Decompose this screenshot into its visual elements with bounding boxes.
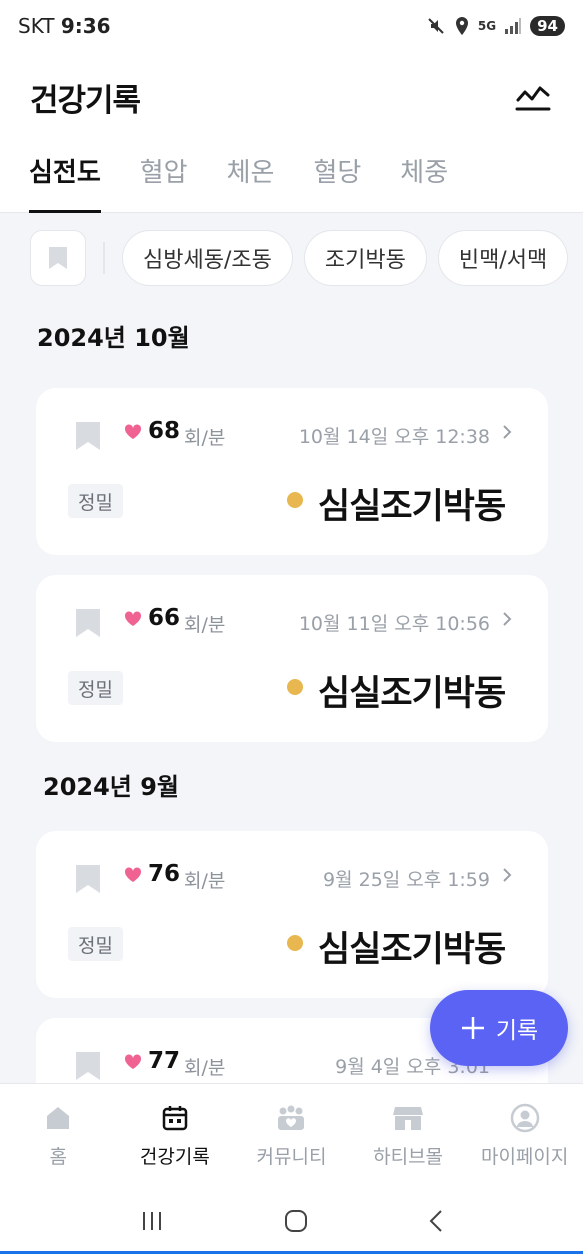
tab-ecg[interactable]: 심전도 [29, 142, 101, 213]
precision-tag: 정밀 [68, 484, 123, 518]
nav-label: 건강기록 [139, 1146, 210, 1168]
nav-label: 커뮤니티 [256, 1146, 327, 1168]
ecg-result: 심실조기박동 [318, 930, 506, 970]
page-title: 건강기록 [30, 82, 141, 119]
filter-chip-afib[interactable]: 심방세동/조동 [122, 230, 293, 286]
result-indicator-dot [287, 492, 303, 508]
bookmark-icon [49, 247, 67, 269]
bookmark-filter-button[interactable] [30, 230, 86, 286]
battery-level: 94 [530, 16, 565, 36]
month-header: 2024년 9월 [43, 773, 180, 801]
status-bar: SKT 9:36 5G 94 [0, 0, 583, 52]
signal-icon [505, 18, 522, 34]
heart-icon [124, 424, 142, 439]
store-icon [393, 1107, 424, 1130]
record-card[interactable]: 68 회/분 10월 14일 오후 12:38 정밀 심실조기박동 [36, 388, 548, 555]
home-button-icon[interactable] [283, 1208, 309, 1234]
record-datetime: 10월 11일 오후 10:56 [298, 613, 490, 635]
nav-health-record[interactable]: 건강기록 [117, 1084, 234, 1187]
heart-rate-unit: 회/분 [184, 614, 226, 636]
heart-rate-unit: 회/분 [184, 870, 226, 892]
bookmark-icon[interactable] [74, 607, 102, 639]
record-datetime: 9월 25일 오후 1:59 [323, 869, 490, 891]
precision-tag: 정밀 [68, 671, 123, 705]
chevron-right-icon [503, 612, 512, 626]
back-icon[interactable] [428, 1209, 444, 1233]
calendar-icon [162, 1106, 188, 1131]
tab-blood-sugar[interactable]: 혈당 [313, 142, 361, 213]
filter-bar: 심방세동/조동 조기박동 빈맥/서맥 [30, 230, 583, 286]
heart-rate-value: 68 [148, 418, 181, 444]
heart-rate-value: 77 [148, 1048, 181, 1074]
recent-apps-icon[interactable] [140, 1210, 164, 1232]
trend-chart-button[interactable] [513, 77, 553, 117]
bottom-navigation: 홈 건강기록 커뮤니티 하티브몰 마이페이지 [0, 1083, 583, 1187]
tab-blood-pressure[interactable]: 혈압 [140, 142, 188, 213]
result-indicator-dot [287, 679, 303, 695]
add-record-label: 기록 [495, 1018, 539, 1044]
nav-home[interactable]: 홈 [0, 1084, 117, 1187]
precision-tag: 정밀 [68, 927, 123, 961]
plus-icon [461, 1017, 484, 1039]
record-card[interactable]: 66 회/분 10월 11일 오후 10:56 정밀 심실조기박동 [36, 575, 548, 742]
heart-icon [124, 611, 142, 626]
add-record-button[interactable]: 기록 [430, 990, 568, 1066]
chevron-right-icon [503, 868, 512, 882]
filter-divider [103, 242, 105, 274]
heart-rate-value: 66 [148, 605, 181, 631]
nav-my-page[interactable]: 마이페이지 [466, 1084, 583, 1187]
category-tabs: 심전도 혈압 체온 혈당 체중 [0, 142, 583, 213]
heart-rate-unit: 회/분 [184, 1057, 226, 1079]
result-indicator-dot [287, 935, 303, 951]
network-type: 5G [477, 19, 497, 33]
bookmark-icon[interactable] [74, 863, 102, 895]
record-card[interactable]: 76 회/분 9월 25일 오후 1:59 정밀 심실조기박동 [36, 831, 548, 998]
system-navigation-bar [0, 1187, 583, 1254]
nav-label: 마이페이지 [480, 1146, 569, 1168]
ecg-result: 심실조기박동 [318, 487, 506, 527]
carrier: SKT [18, 14, 55, 38]
nav-community[interactable]: 커뮤니티 [233, 1084, 350, 1187]
filter-chip-premature-beat[interactable]: 조기박동 [303, 230, 427, 286]
location-icon [455, 17, 468, 35]
community-icon [278, 1105, 305, 1130]
heart-icon [124, 867, 142, 882]
bookmark-icon[interactable] [74, 420, 102, 452]
app-header: 건강기록 [0, 52, 583, 142]
clock: 9:36 [60, 14, 111, 38]
trend-chart-icon [515, 86, 551, 111]
mute-icon [428, 18, 444, 34]
bookmark-icon[interactable] [74, 1050, 102, 1082]
tab-weight[interactable]: 체중 [400, 142, 448, 213]
heart-icon [124, 1054, 142, 1069]
heart-rate-unit: 회/분 [184, 427, 226, 449]
chevron-right-icon [503, 425, 512, 439]
nav-store[interactable]: 하티브몰 [350, 1084, 467, 1187]
nav-label: 하티브몰 [373, 1146, 444, 1168]
heart-rate-value: 76 [148, 861, 181, 887]
home-icon [47, 1107, 70, 1129]
tab-body-temperature[interactable]: 체온 [227, 142, 275, 213]
ecg-result: 심실조기박동 [318, 674, 506, 714]
profile-icon [510, 1103, 539, 1133]
filter-chip-tachy-brady[interactable]: 빈맥/서맥 [437, 230, 569, 286]
record-datetime: 10월 14일 오후 12:38 [298, 426, 490, 448]
nav-label: 홈 [49, 1146, 68, 1168]
month-header: 2024년 10월 [37, 324, 190, 352]
